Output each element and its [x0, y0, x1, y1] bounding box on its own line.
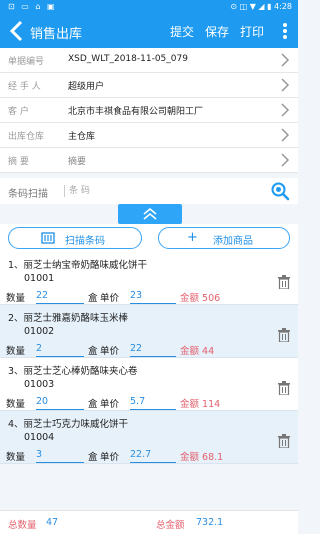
unit-label: 盒 — [88, 452, 98, 463]
form-row-warehouse[interactable]: 出库仓库 主仓库 — [0, 123, 298, 148]
price-label: 单价 — [100, 399, 120, 410]
search-icon[interactable] — [270, 181, 290, 201]
amount-value: 44 — [202, 346, 215, 357]
back-arrow-icon[interactable] — [8, 20, 26, 42]
title-bar: 销售出库 提交 保存 打印 — [0, 14, 298, 48]
scan-barcode-label: 扫描条码 — [65, 236, 105, 247]
form-label: 出库仓库 — [8, 132, 45, 142]
form-value: 北京市丰祺食品有限公司朝阳工厂 — [68, 107, 204, 117]
trash-icon[interactable] — [278, 274, 290, 290]
status-left-icons: ⊡ ▭ ⌂ ▣ — [8, 2, 57, 11]
qty-input[interactable]: 2 — [36, 343, 84, 357]
list-item[interactable]: 2、丽芝士雅嘉奶酪味玉米棒 01002 数量 2 盒 单价 22 金额 44 — [0, 305, 298, 358]
total-qty-label: 总数量 — [8, 520, 37, 531]
item-code: 01001 — [24, 273, 55, 284]
form-row-doc-number[interactable]: 单据编号 XSD_WLT_2018-11-05_079 — [0, 48, 298, 73]
price-label: 单价 — [100, 293, 120, 304]
item-code: 01003 — [24, 379, 55, 390]
form-row-handler[interactable]: 经 手 人 超级用户 — [0, 73, 298, 98]
form-row-customer[interactable]: 客 户 北京市丰祺食品有限公司朝阳工厂 — [0, 98, 298, 123]
page-title: 销售出库 — [30, 27, 83, 42]
collapse-toggle[interactable] — [118, 204, 182, 224]
qty-label: 数量 — [6, 452, 26, 463]
amount-text: 金额 44 — [180, 343, 214, 357]
save-button[interactable]: 保存 — [205, 23, 229, 40]
amount-label: 金额 — [180, 399, 200, 410]
chevron-right-icon — [280, 127, 290, 143]
summary-field[interactable]: 摘要 — [68, 154, 86, 167]
print-button[interactable]: 打印 — [240, 23, 264, 40]
price-input[interactable]: 22.7 — [130, 449, 176, 463]
order-form: 单据编号 XSD_WLT_2018-11-05_079 经 手 人 超级用户 客… — [0, 48, 298, 173]
item-name: 2、丽芝士雅嘉奶酪味玉米棒 — [8, 313, 129, 324]
status-bar: ⊡ ▭ ⌂ ▣ ⊙ ◫ ▼ ◢ ▮ 4:28 — [0, 0, 298, 14]
double-chevron-up-icon — [143, 207, 157, 220]
amount-text: 金额 506 — [180, 290, 220, 304]
total-amount-value: 732.1 — [196, 517, 224, 528]
submit-button[interactable]: 提交 — [170, 23, 194, 40]
form-label: 单据编号 — [8, 57, 45, 67]
list-item[interactable]: 1、丽芝士纳宝帝奶酪味威化饼干 01001 数量 22 盒 单价 23 金额 5… — [0, 252, 298, 305]
amount-label: 金额 — [180, 293, 200, 304]
item-code: 01004 — [24, 432, 55, 443]
amount-label: 金额 — [180, 452, 200, 463]
chevron-right-icon — [280, 77, 290, 93]
price-input[interactable]: 22 — [130, 343, 176, 357]
price-input[interactable]: 5.7 — [130, 396, 176, 410]
amount-label: 金额 — [180, 346, 200, 357]
form-label: 经 手 人 — [8, 82, 41, 92]
amount-value: 68.1 — [202, 452, 224, 463]
qty-label: 数量 — [6, 293, 26, 304]
amount-value: 114 — [202, 399, 221, 410]
list-item[interactable]: 4、丽芝士巧克力味威化饼干 01004 数量 3 盒 单价 22.7 金额 68… — [0, 411, 298, 464]
trash-icon[interactable] — [278, 327, 290, 343]
divider — [64, 185, 65, 197]
item-code: 01002 — [24, 326, 55, 337]
amount-text: 金额 68.1 — [180, 449, 223, 463]
item-name: 1、丽芝士纳宝帝奶酪味威化饼干 — [8, 260, 148, 271]
barcode-label: 条码扫描 — [8, 189, 48, 200]
form-value: 主仓库 — [68, 132, 96, 142]
list-item[interactable]: 3、丽芝士芝心棒奶酪味夹心卷 01003 数量 20 盒 单价 5.7 金额 1… — [0, 358, 298, 411]
barcode-scan-row: 条码扫描 — [0, 178, 298, 204]
amount-value: 506 — [202, 293, 221, 304]
form-value: 超级用户 — [68, 82, 105, 92]
item-name: 4、丽芝士巧克力味威化饼干 — [8, 419, 129, 430]
price-input[interactable]: 23 — [130, 290, 176, 304]
add-product-label: 添加商品 — [213, 236, 253, 247]
scan-barcode-button[interactable]: 扫描条码 — [8, 227, 142, 249]
chevron-right-icon — [280, 52, 290, 68]
qty-input[interactable]: 20 — [36, 396, 84, 410]
form-label: 摘 要 — [8, 157, 29, 167]
more-vert-icon[interactable] — [282, 22, 288, 40]
qty-input[interactable]: 22 — [36, 290, 84, 304]
trash-icon[interactable] — [278, 380, 290, 396]
plus-icon: + — [187, 230, 198, 245]
qty-input[interactable]: 3 — [36, 449, 84, 463]
unit-label: 盒 — [88, 346, 98, 357]
barcode-icon — [41, 232, 55, 247]
product-list: 1、丽芝士纳宝帝奶酪味威化饼干 01001 数量 22 盒 单价 23 金额 5… — [0, 252, 298, 464]
unit-label: 盒 — [88, 399, 98, 410]
action-bar: 扫描条码 + 添加商品 — [0, 224, 298, 252]
price-label: 单价 — [100, 346, 120, 357]
totals-footer: 总数量 47 总金额 732.1 — [0, 510, 298, 534]
total-qty-value: 47 — [46, 517, 59, 528]
form-row-summary[interactable]: 摘 要 摘要 — [0, 148, 298, 173]
qty-label: 数量 — [6, 346, 26, 357]
form-value: XSD_WLT_2018-11-05_079 — [68, 54, 188, 64]
total-amount-label: 总金额 — [156, 520, 185, 531]
chevron-right-icon — [280, 102, 290, 118]
add-product-button[interactable]: + 添加商品 — [158, 227, 290, 249]
price-label: 单价 — [100, 452, 120, 463]
item-name: 3、丽芝士芝心棒奶酪味夹心卷 — [8, 366, 138, 377]
amount-text: 金额 114 — [180, 396, 220, 410]
chevron-right-icon — [280, 152, 290, 168]
unit-label: 盒 — [88, 293, 98, 304]
status-right-icons: ⊙ ◫ ▼ ◢ ▮ 4:28 — [230, 2, 292, 11]
form-label: 客 户 — [8, 107, 29, 117]
qty-label: 数量 — [6, 399, 26, 410]
barcode-input[interactable] — [69, 183, 259, 199]
trash-icon[interactable] — [278, 433, 290, 449]
